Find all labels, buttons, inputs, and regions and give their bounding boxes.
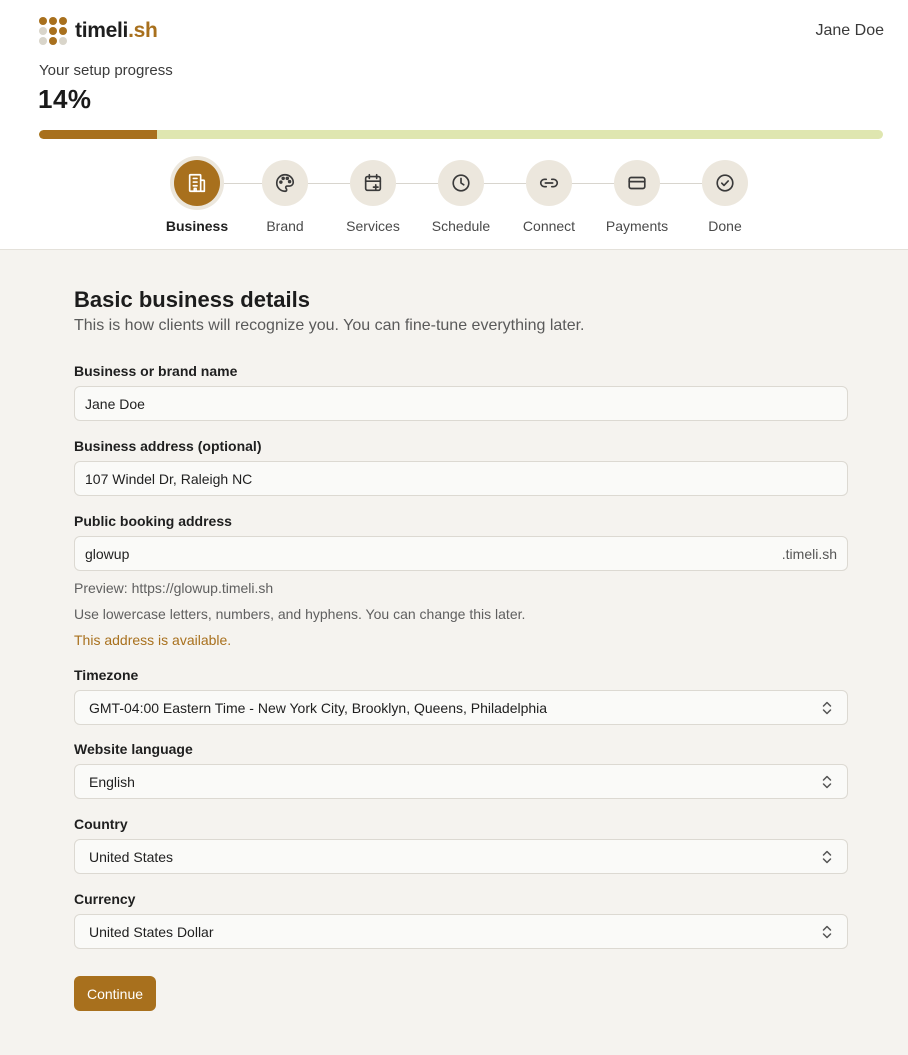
language-label: Website language xyxy=(74,741,193,757)
booking-address-value: glowup xyxy=(85,545,130,562)
clock-icon xyxy=(438,160,484,206)
currency-select[interactable]: United States Dollar xyxy=(74,914,848,949)
progress-bar xyxy=(39,130,883,139)
booking-address-label: Public booking address xyxy=(74,513,232,529)
booking-address-field[interactable]: glowup .timeli.sh xyxy=(74,536,848,571)
booking-address-suffix: .timeli.sh xyxy=(781,545,837,562)
business-name-value: Jane Doe xyxy=(85,395,145,412)
step-label: Business xyxy=(165,218,229,234)
chevron-up-down-icon xyxy=(822,850,832,863)
user-menu[interactable]: Jane Doe xyxy=(816,22,885,40)
language-select[interactable]: English xyxy=(74,764,848,799)
timezone-value: GMT-04:00 Eastern Time - New York City, … xyxy=(89,699,548,716)
booking-address-help: Use lowercase letters, numbers, and hyph… xyxy=(74,606,526,622)
step-label: Services xyxy=(346,218,400,234)
logo-text: timeli.sh xyxy=(75,19,158,42)
header-row: timeli.sh Jane Doe xyxy=(39,14,884,48)
progress-bar-fill xyxy=(39,130,158,139)
page-subtitle: This is how clients will recognize you. … xyxy=(74,317,585,334)
top-header-panel: timeli.sh Jane Doe Your setup progress 1… xyxy=(0,0,908,250)
step-done[interactable]: Done xyxy=(680,160,770,234)
country-label: Country xyxy=(74,816,128,832)
logo-dots-icon xyxy=(39,17,67,45)
progress-percent: 14% xyxy=(38,84,92,114)
building-icon xyxy=(174,160,220,206)
palette-icon xyxy=(262,160,308,206)
timezone-select[interactable]: GMT-04:00 Eastern Time - New York City, … xyxy=(74,690,848,725)
booking-address-preview: Preview: https://glowup.timeli.sh xyxy=(74,580,274,596)
step-services[interactable]: Services xyxy=(328,160,418,234)
link-icon xyxy=(526,160,572,206)
step-brand[interactable]: Brand xyxy=(240,160,330,234)
booking-address-status: This address is available. xyxy=(74,632,232,648)
step-label: Payments xyxy=(605,218,669,234)
step-label: Schedule xyxy=(431,218,491,234)
step-business[interactable]: Business xyxy=(152,160,242,234)
step-label: Done xyxy=(708,218,742,234)
business-address-field[interactable]: 107 Windel Dr, Raleigh NC xyxy=(74,461,848,496)
business-address-value: 107 Windel Dr, Raleigh NC xyxy=(85,470,253,487)
check-circle-icon xyxy=(702,160,748,206)
step-schedule[interactable]: Schedule xyxy=(416,160,506,234)
chevron-up-down-icon xyxy=(822,775,832,788)
country-select[interactable]: United States xyxy=(74,839,848,874)
currency-value: United States Dollar xyxy=(89,923,214,940)
setup-stepper: Business Brand Services Schedule Connect xyxy=(0,160,908,240)
timezone-label: Timezone xyxy=(74,667,139,683)
calendar-plus-icon xyxy=(350,160,396,206)
step-connect[interactable]: Connect xyxy=(504,160,594,234)
step-label: Connect xyxy=(522,218,576,234)
credit-card-icon xyxy=(614,160,660,206)
step-label: Brand xyxy=(266,218,304,234)
continue-button[interactable]: Continue xyxy=(74,976,156,1011)
logo[interactable]: timeli.sh xyxy=(39,17,158,45)
country-value: United States xyxy=(89,848,174,865)
business-name-field[interactable]: Jane Doe xyxy=(74,386,848,421)
currency-label: Currency xyxy=(74,891,136,907)
step-payments[interactable]: Payments xyxy=(592,160,682,234)
business-address-label: Business address (optional) xyxy=(74,438,262,454)
business-name-label: Business or brand name xyxy=(74,363,238,379)
chevron-up-down-icon xyxy=(822,701,832,714)
language-value: English xyxy=(89,773,135,790)
chevron-up-down-icon xyxy=(822,925,832,938)
progress-label: Your setup progress xyxy=(39,62,173,79)
page-title: Basic business details xyxy=(74,287,310,312)
